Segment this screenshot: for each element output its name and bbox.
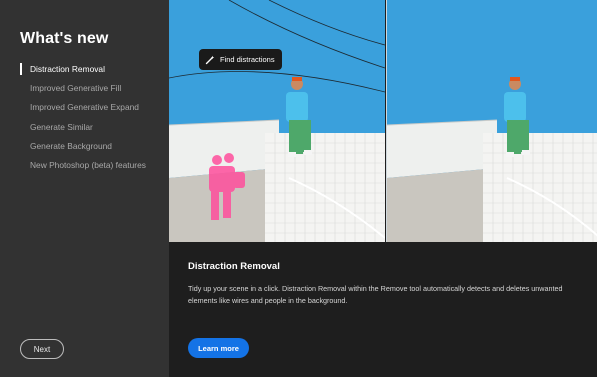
preview-after-image [386, 0, 597, 242]
find-distractions-label: Find distractions [220, 55, 275, 64]
learn-more-button[interactable]: Learn more [188, 338, 249, 358]
nav-item-generate-similar[interactable]: Generate Similar [20, 122, 165, 133]
nav-item-generate-background[interactable]: Generate Background [20, 141, 165, 152]
tiled-block [483, 133, 597, 242]
nav-item-distraction-removal[interactable]: Distraction Removal [20, 63, 165, 75]
feature-nav: Distraction Removal Improved Generative … [20, 63, 165, 179]
find-distractions-chip[interactable]: Find distractions [199, 49, 282, 70]
preview-before-image [169, 0, 385, 242]
whats-new-dialog: What's new Distraction Removal Improved … [0, 0, 597, 377]
back-wall [387, 120, 497, 178]
sidebar-title: What's new [20, 30, 109, 47]
feature-title: Distraction Removal [188, 261, 280, 272]
sidebar: What's new Distraction Removal Improved … [0, 0, 169, 377]
next-button[interactable]: Next [20, 339, 64, 359]
nav-item-improved-generative-fill[interactable]: Improved Generative Fill [20, 83, 165, 94]
magic-wand-icon [205, 55, 215, 64]
nav-item-photoshop-beta-features[interactable]: New Photoshop (beta) features [20, 160, 165, 171]
nav-item-improved-generative-expand[interactable]: Improved Generative Expand [20, 102, 165, 113]
feature-info: Distraction Removal Tidy up your scene i… [169, 242, 597, 377]
feature-description: Tidy up your scene in a click. Distracti… [188, 284, 563, 305]
